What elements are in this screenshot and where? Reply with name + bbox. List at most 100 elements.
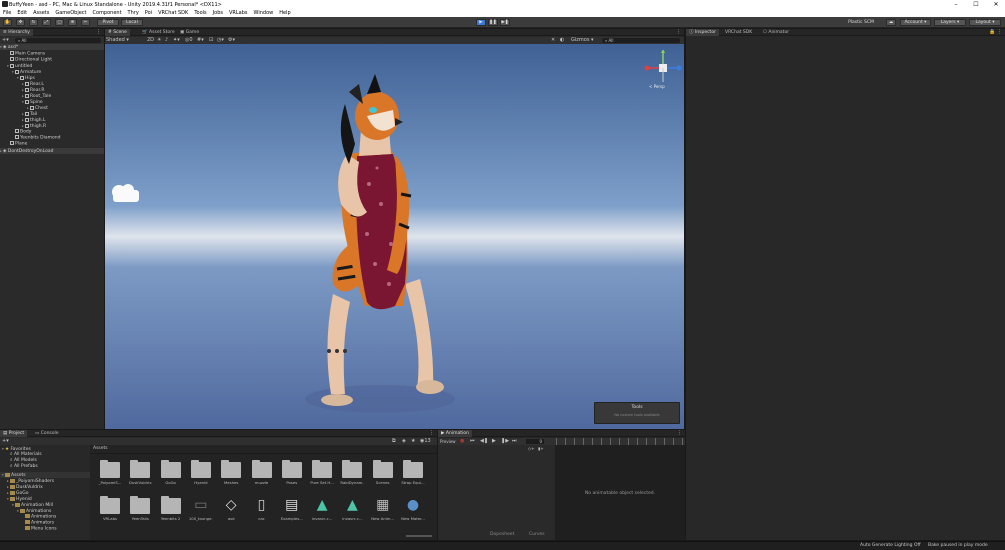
first-key-icon[interactable]: ⏮: [470, 438, 475, 445]
menu-item[interactable]: VRLabs: [229, 10, 248, 16]
unity-scene-asset-icon[interactable]: ◇: [220, 495, 242, 515]
dopesheet-button[interactable]: Dopesheet: [490, 532, 514, 537]
zoom-slider[interactable]: [406, 535, 432, 537]
cloud-icon[interactable]: ☁: [886, 19, 896, 26]
tab-inspector[interactable]: ⓘ Inspector: [686, 29, 719, 36]
folder-icon[interactable]: [190, 460, 211, 478]
menu-item[interactable]: Poi: [145, 10, 152, 16]
file-icon[interactable]: ▯: [251, 495, 273, 515]
transform-tool-icon[interactable]: ⊕: [68, 19, 77, 26]
tab-asset-store[interactable]: 🛒 Asset Store: [139, 29, 178, 36]
gizmos-dropdown[interactable]: Gizmos ▾: [571, 37, 599, 44]
tab-animation[interactable]: ▶ Animation: [438, 430, 472, 437]
animator-controller-icon[interactable]: ▲: [341, 495, 363, 515]
2d-toggle[interactable]: 2D: [147, 37, 154, 44]
tab-hierarchy[interactable]: ≡ Hierarchy: [0, 29, 33, 36]
close-button[interactable]: ✕: [987, 0, 1005, 9]
scene-view-options-icon[interactable]: ⚙▾: [228, 37, 235, 44]
folder-icon[interactable]: [221, 460, 242, 478]
hidden-count-icon[interactable]: ◎0: [185, 37, 193, 44]
tools-overlay[interactable]: Tools No custom tools available: [594, 402, 680, 424]
panel-menu-icon[interactable]: ⋮: [676, 29, 681, 36]
hidden-count-icon[interactable]: ◉13: [420, 438, 431, 445]
audio-toggle-icon[interactable]: ♪: [165, 37, 168, 44]
menu-item[interactable]: Edit: [17, 10, 27, 16]
rect-tool-icon[interactable]: ▢: [55, 19, 64, 26]
breadcrumb[interactable]: Assets: [93, 446, 108, 451]
scene-view[interactable]: < Persp Tools No custom tools available: [105, 44, 684, 429]
effects-dropdown-icon[interactable]: ✦▾: [173, 37, 180, 44]
folder-icon[interactable]: [372, 460, 393, 478]
snap-icon[interactable]: ⊡: [209, 37, 213, 44]
tab-scene[interactable]: # Scene: [105, 29, 130, 36]
animator-controller-icon[interactable]: ▲: [311, 495, 333, 515]
tab-project[interactable]: ▤ Project: [0, 430, 28, 437]
rotate-tool-icon[interactable]: ↻: [29, 19, 38, 26]
overlay-icon[interactable]: ◐: [560, 37, 564, 44]
material-icon[interactable]: ●: [402, 495, 424, 515]
scene-row[interactable]: ▾◈ asd*: [0, 44, 104, 50]
folder-icon[interactable]: [130, 460, 151, 478]
menu-item[interactable]: VRChat SDK: [158, 10, 188, 16]
folder-icon[interactable]: [160, 460, 181, 478]
frame-field[interactable]: 0: [526, 439, 544, 444]
layout-dropdown[interactable]: Layout ▾: [969, 19, 1001, 26]
next-key-icon[interactable]: ❚▶: [501, 438, 509, 445]
add-event-icon[interactable]: ▮+: [538, 446, 544, 451]
grid-toggle-icon[interactable]: #▾: [197, 37, 204, 44]
menu-item[interactable]: GameObject: [55, 10, 86, 16]
minimize-button[interactable]: –: [947, 0, 965, 9]
folder-icon[interactable]: [160, 496, 181, 514]
menu-item[interactable]: Assets: [33, 10, 49, 16]
menu-item[interactable]: Thry: [128, 10, 139, 16]
favorite-star-icon[interactable]: ★: [411, 438, 415, 445]
tab-game[interactable]: ▣ Game: [177, 29, 202, 36]
last-key-icon[interactable]: ⏭: [512, 438, 517, 445]
custom-tool-icon[interactable]: ✂: [81, 19, 90, 26]
text-asset-icon[interactable]: ▤: [281, 495, 303, 515]
folder-icon[interactable]: [100, 496, 120, 514]
play-anim-icon[interactable]: ▶: [492, 438, 496, 445]
menu-item[interactable]: Jobs: [213, 10, 223, 16]
scene-search-input[interactable]: ⌕ All: [602, 38, 680, 43]
folder-icon[interactable]: [403, 460, 423, 478]
move-tool-icon[interactable]: ✥: [16, 19, 25, 26]
record-icon[interactable]: ●: [460, 438, 464, 445]
tab-console[interactable]: ▭ Console: [32, 430, 62, 437]
camera-settings-icon[interactable]: ◷▾: [217, 37, 224, 44]
pause-button[interactable]: ❚❚: [488, 19, 498, 26]
hierarchy-item[interactable]: Plane: [0, 141, 27, 147]
menu-item[interactable]: Component: [93, 10, 122, 16]
local-button[interactable]: Local: [121, 19, 143, 26]
folder-icon[interactable]: [251, 460, 272, 478]
panel-menu-icon[interactable]: ⋮: [677, 430, 682, 437]
tool-settings-icon[interactable]: ✕: [551, 37, 555, 44]
scale-tool-icon[interactable]: ⤢: [42, 19, 51, 26]
filter-type-icon[interactable]: ⧉: [392, 438, 396, 445]
dopesheet-area[interactable]: No animatable object selected.: [555, 445, 685, 540]
project-folder-item[interactable]: Menu Icons: [0, 526, 57, 532]
folder-icon[interactable]: [342, 460, 363, 478]
prev-key-icon[interactable]: ◀❚: [480, 438, 488, 445]
maximize-button[interactable]: ☐: [967, 0, 985, 9]
folder-icon[interactable]: [281, 460, 302, 478]
lighting-toggle-icon[interactable]: ☀: [157, 37, 161, 44]
add-keyframe-icon[interactable]: ◇+: [528, 446, 534, 451]
ddol-scene-row[interactable]: ▸◈ DontDestroyOnLoad: [0, 148, 104, 154]
orientation-gizmo[interactable]: < Persp: [643, 49, 683, 94]
pivot-button[interactable]: Pivot: [97, 19, 119, 26]
projection-label[interactable]: < Persp: [649, 84, 665, 89]
hand-tool-icon[interactable]: ✋: [3, 19, 12, 26]
curves-button[interactable]: Curves: [529, 532, 545, 537]
mesh-icon[interactable]: ▭: [190, 495, 212, 515]
menu-item[interactable]: Help: [279, 10, 290, 16]
layers-dropdown[interactable]: Layers ▾: [934, 19, 966, 26]
menu-item[interactable]: File: [3, 10, 11, 16]
add-icon[interactable]: +▾: [2, 37, 9, 44]
favorite-item[interactable]: ⌕ All Prefabs: [10, 464, 38, 470]
tab-animator[interactable]: ⎔ Animator: [760, 29, 792, 36]
menu-item[interactable]: Window: [254, 10, 274, 16]
play-button[interactable]: ▶: [476, 19, 486, 26]
preview-button[interactable]: Preview: [440, 438, 456, 445]
panel-menu-icon[interactable]: ⋮: [429, 430, 434, 437]
